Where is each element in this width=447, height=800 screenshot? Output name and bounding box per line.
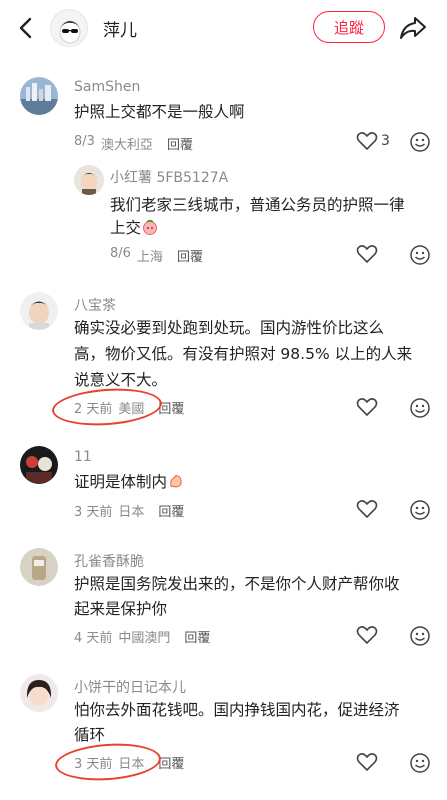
comment-location: 上海: [136, 250, 163, 265]
like-button[interactable]: [356, 397, 378, 417]
comment-date: 3 天前: [74, 505, 113, 520]
back-arrow-icon[interactable]: [12, 14, 40, 42]
heart-icon: [356, 626, 378, 645]
like-button[interactable]: [356, 244, 378, 264]
reply-button[interactable]: 回覆: [167, 134, 193, 153]
comment-date: 2 天前: [74, 402, 113, 417]
reply-button[interactable]: 回覆: [184, 627, 210, 646]
comment-location: 日本: [118, 505, 145, 520]
comment-text: 高，物价又低。有没有护照对 98.5% 以上的人来: [74, 345, 413, 363]
comment-text: 护照上交都不是一般人啊: [74, 103, 245, 121]
like-button[interactable]: 3: [356, 131, 390, 151]
reaction-emoji-icon[interactable]: [409, 131, 431, 153]
reaction-emoji-icon[interactable]: [409, 499, 431, 521]
commenter-avatar[interactable]: [20, 548, 58, 586]
flexed-arm-emoji-icon: [170, 475, 182, 488]
comment-text: 说意义不大。: [74, 371, 168, 389]
commenter-avatar[interactable]: [20, 77, 58, 115]
commenter-avatar[interactable]: [74, 165, 104, 195]
comment-date: 8/6: [110, 246, 131, 261]
comment-meta: 4 天前 中國澳門 回覆: [74, 627, 210, 646]
like-button[interactable]: [356, 752, 378, 772]
comment-text: 证明是体制内: [74, 469, 184, 495]
heart-icon: [356, 245, 378, 264]
comment-date: 4 天前: [74, 631, 113, 646]
commenter-avatar[interactable]: [20, 446, 58, 484]
reaction-emoji-icon[interactable]: [409, 244, 431, 266]
sweat-emoji-icon: [143, 219, 157, 235]
comment-text: 循环: [74, 726, 106, 744]
follow-button[interactable]: 追蹤: [313, 11, 385, 43]
reaction-emoji-icon[interactable]: [409, 625, 431, 647]
page-title: 萍儿: [103, 21, 137, 41]
reaction-emoji-icon[interactable]: [409, 397, 431, 419]
like-count: 3: [381, 133, 390, 149]
commenter-name[interactable]: 八宝茶: [74, 295, 116, 315]
commenter-name[interactable]: SamShen: [74, 79, 140, 95]
comment-text: 确实没必要到处跑到处玩。国内游性价比这么: [74, 319, 385, 337]
comment-meta: 8/6 上海 回覆: [110, 246, 203, 265]
comment-meta: 3 天前 日本 回覆: [74, 501, 184, 520]
comment-text: 上交: [110, 215, 158, 241]
comment-text: 护照是国务院发出来的，不是你个人财产帮你收: [74, 575, 400, 593]
comment-location: 日本: [118, 757, 145, 772]
commenter-name[interactable]: 孔雀香酥脆: [74, 551, 144, 571]
commenter-avatar[interactable]: [20, 292, 58, 330]
comment-meta: 3 天前 日本 回覆: [74, 753, 184, 772]
reply-button[interactable]: 回覆: [158, 398, 184, 417]
heart-icon: [356, 132, 378, 151]
top-bar: 萍儿 追蹤: [0, 0, 447, 58]
comment-location: 美國: [118, 402, 145, 417]
comment-location: 澳大利亞: [100, 138, 153, 153]
commenter-name[interactable]: 小红薯 5FB5127A: [110, 167, 228, 187]
comment-text: 怕你去外面花钱吧。国内挣钱国内花，促进经济: [74, 701, 400, 719]
reply-button[interactable]: 回覆: [158, 753, 184, 772]
comment-text-line: 我们老家三线城市，普通公务员的护照一律: [110, 196, 405, 214]
heart-icon: [356, 398, 378, 417]
author-avatar[interactable]: [50, 9, 88, 47]
comment-meta: 2 天前 美國 回覆: [74, 398, 184, 417]
like-button[interactable]: [356, 625, 378, 645]
reply-button[interactable]: 回覆: [158, 501, 184, 520]
reply-button[interactable]: 回覆: [177, 246, 203, 265]
comment-location: 中國澳門: [118, 631, 171, 646]
reaction-emoji-icon[interactable]: [409, 752, 431, 774]
like-button[interactable]: [356, 499, 378, 519]
heart-icon: [356, 500, 378, 519]
comment-text-line: 证明是体制内: [74, 473, 168, 491]
comment-text: 起来是保护你: [74, 600, 168, 618]
comment-text-line: 上交: [110, 219, 142, 237]
commenter-name[interactable]: 小饼干的日记本儿: [74, 677, 186, 697]
share-icon[interactable]: [398, 14, 428, 42]
heart-icon: [356, 753, 378, 772]
comment-meta: 8/3 澳大利亞 回覆: [74, 134, 193, 153]
commenter-avatar[interactable]: [20, 674, 58, 712]
commenter-name[interactable]: 11: [74, 449, 92, 465]
comment-date: 8/3: [74, 134, 95, 149]
comment-date: 3 天前: [74, 757, 113, 772]
